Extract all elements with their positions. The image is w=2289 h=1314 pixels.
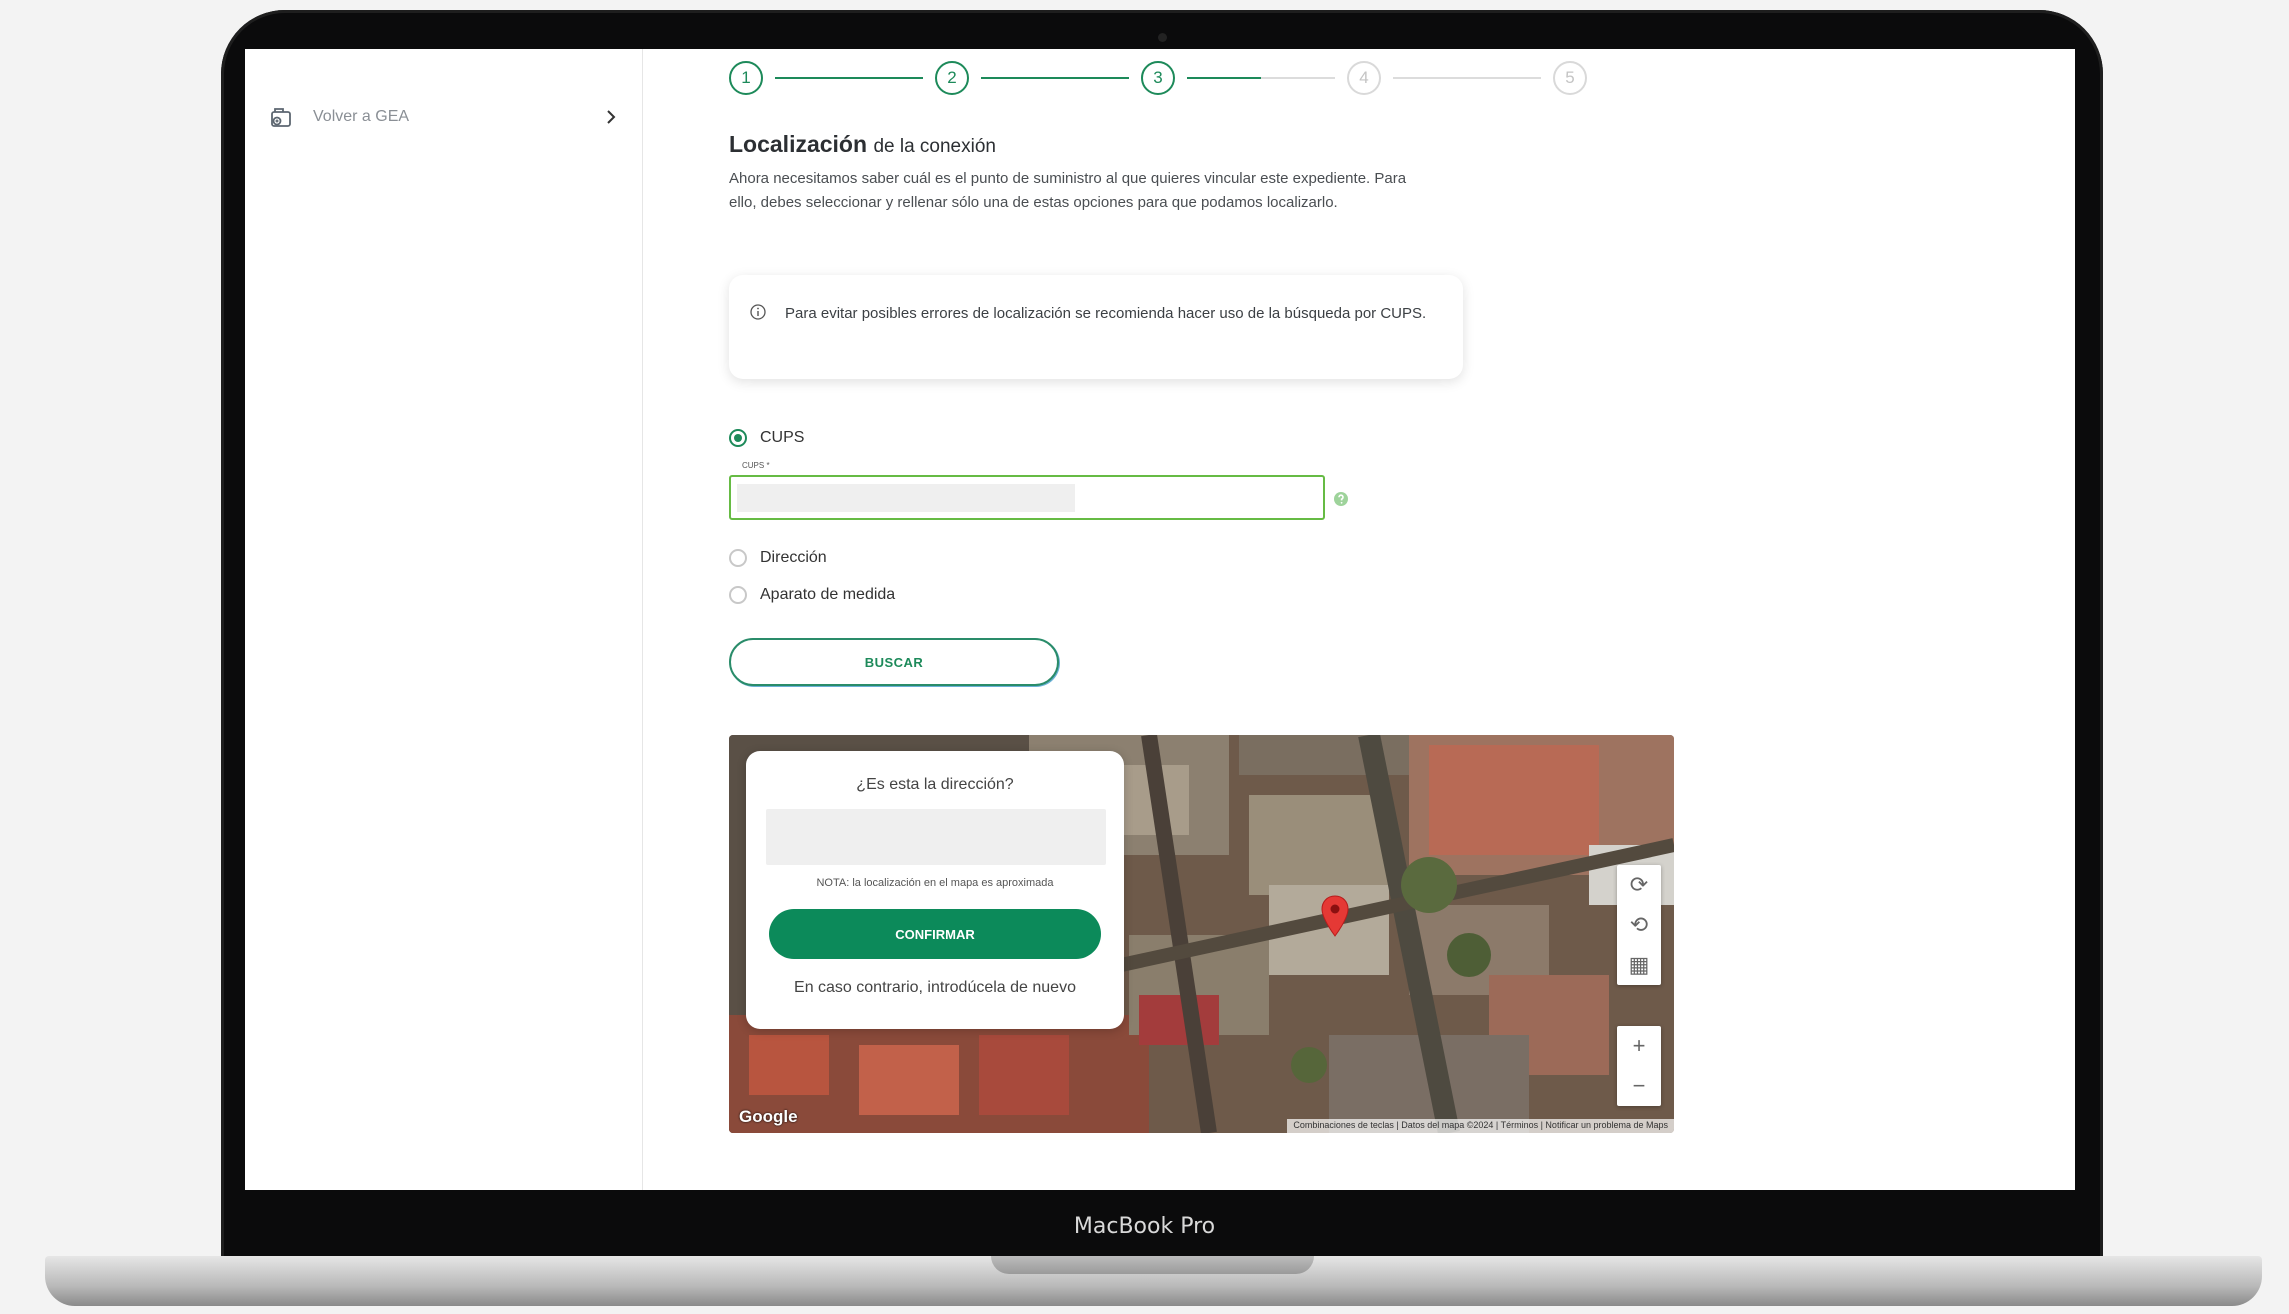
rotate-clockwise-icon[interactable]: ⟳ [1617, 865, 1661, 905]
page-title: Localización de la conexión [729, 131, 996, 158]
option-cups[interactable]: CUPS [729, 429, 804, 447]
radio-aparato[interactable] [729, 586, 747, 604]
laptop-notch [991, 1256, 1314, 1274]
title-main: Localización [729, 131, 868, 157]
tilt-view-icon[interactable]: ▦ [1617, 945, 1661, 985]
cups-input[interactable] [737, 484, 1075, 512]
section-description: Ahora necesitamos saber cuál es el punto… [729, 170, 1407, 211]
title-suffix: de la conexión [873, 136, 996, 157]
step-1: 1 [729, 61, 763, 95]
location-pin-icon [1321, 895, 1349, 937]
screen: Volver a GEA 1 2 3 4 5 Localización de l… [245, 49, 2075, 1190]
option-aparato[interactable]: Aparato de medida [729, 586, 895, 604]
search-button[interactable]: BUSCAR [729, 638, 1059, 686]
step-connector [1393, 77, 1541, 79]
option-direccion[interactable]: Dirección [729, 549, 827, 567]
back-to-gea-link[interactable]: Volver a GEA [269, 101, 619, 133]
confirm-question: ¿Es esta la dirección? [856, 776, 1014, 793]
step-3: 3 [1141, 61, 1175, 95]
progress-stepper: 1 2 3 4 5 [729, 61, 1589, 97]
rotate-counterclockwise-icon[interactable]: ⟲ [1617, 905, 1661, 945]
step-5: 5 [1553, 61, 1587, 95]
option-aparato-label: Aparato de medida [760, 586, 896, 603]
map-view[interactable]: ⟳ ⟲ ▦ + − Google Combinaciones de teclas… [729, 735, 1674, 1133]
radio-cups[interactable] [729, 429, 747, 447]
map-zoom-controls: + − [1617, 1026, 1661, 1106]
approximate-location-note: NOTA: la localización en el mapa es apro… [816, 877, 1054, 889]
confirm-button[interactable]: CONFIRMAR [769, 909, 1101, 959]
zoom-out-button[interactable]: − [1617, 1066, 1661, 1106]
step-4: 4 [1347, 61, 1381, 95]
address-confirm-card: ¿Es esta la dirección? NOTA: la localiza… [746, 751, 1124, 1029]
address-display [766, 809, 1106, 865]
step-connector [775, 77, 923, 79]
back-home-icon [271, 108, 291, 127]
camera-dot [1158, 33, 1167, 42]
step-connector-progress [1187, 77, 1261, 79]
map-attribution[interactable]: Combinaciones de teclas | Datos del mapa… [1287, 1119, 1674, 1133]
info-icon [750, 304, 766, 320]
cups-field-legend: CUPS * [739, 461, 773, 470]
option-cups-label: CUPS [760, 429, 805, 446]
device-model-label: MacBook Pro [1073, 1214, 1216, 1239]
cups-field [729, 475, 1325, 520]
sidebar: Volver a GEA [245, 49, 643, 1190]
option-direccion-label: Dirección [760, 549, 827, 566]
step-connector [981, 77, 1129, 79]
chevron-right-icon [607, 110, 616, 124]
zoom-in-button[interactable]: + [1617, 1026, 1661, 1066]
help-icon[interactable] [1333, 491, 1349, 507]
step-2: 2 [935, 61, 969, 95]
retry-link[interactable]: En caso contrario, introdúcela de nuevo [746, 979, 1124, 997]
info-notice: Para evitar posibles errores de localiza… [729, 275, 1463, 379]
info-text: Para evitar posibles errores de localiza… [785, 305, 1427, 322]
back-link-label: Volver a GEA [313, 108, 410, 125]
map-rotate-controls: ⟳ ⟲ ▦ [1617, 865, 1661, 985]
google-logo: Google [739, 1107, 798, 1126]
radio-direccion[interactable] [729, 549, 747, 567]
